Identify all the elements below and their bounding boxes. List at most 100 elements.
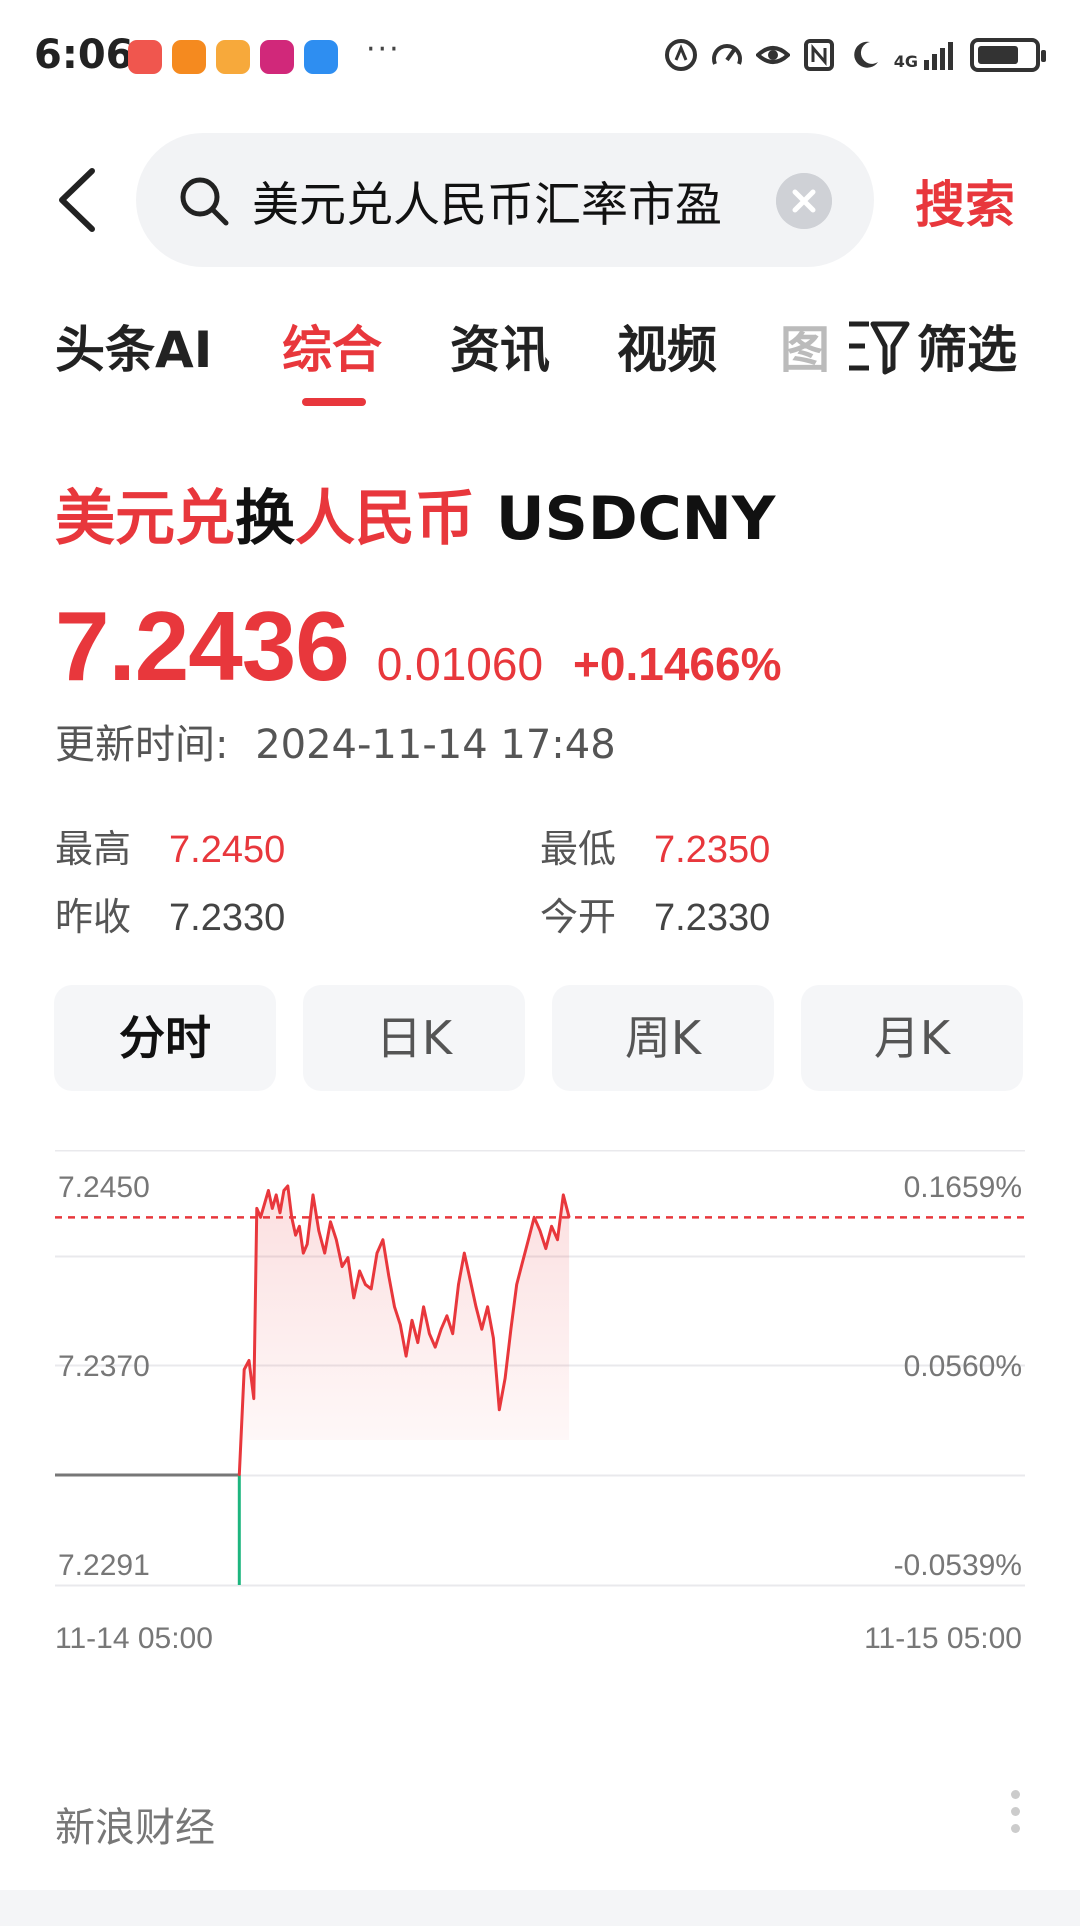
huawei-store-icon (128, 40, 162, 74)
stat-high-value: 7.2450 (169, 829, 286, 871)
price-point (556, 1238, 559, 1241)
moon-icon (853, 41, 878, 68)
price-point (463, 1251, 466, 1255)
signal-bars-icon (924, 42, 953, 70)
more-dot (1010, 1790, 1020, 1799)
price-point (329, 1220, 332, 1223)
price-point (387, 1274, 390, 1277)
y-axis-left-tick: 7.2370 (58, 1350, 150, 1383)
price-point (562, 1193, 565, 1197)
price-point (521, 1260, 524, 1264)
price-point (323, 1251, 326, 1255)
price-point (302, 1251, 305, 1255)
price-point (340, 1265, 344, 1268)
price-point (282, 1189, 286, 1192)
price-point (238, 1473, 241, 1477)
price-point (375, 1251, 379, 1255)
search-input[interactable] (252, 166, 752, 234)
stat-high: 最高 7.2450 (55, 818, 285, 873)
price-point (474, 1305, 478, 1308)
price-point (317, 1229, 320, 1232)
price-point (352, 1296, 355, 1300)
price-point (298, 1225, 301, 1228)
update-time-label: 更新时间: (55, 722, 229, 768)
price-point (311, 1193, 315, 1197)
price-point (271, 1207, 274, 1210)
source-label[interactable]: 新浪财经 (55, 1795, 215, 1853)
stat-open-label: 今开 (540, 895, 617, 939)
result-tabs: 头条AI 综合 资讯 视频 图 筛选 (0, 310, 1080, 410)
price-point (370, 1287, 373, 1291)
price-point (492, 1337, 495, 1340)
price-point (278, 1211, 282, 1214)
price-point (469, 1278, 472, 1282)
y-axis-right-tick: 0.0560% (904, 1350, 1022, 1383)
shopping-app-icon (216, 40, 250, 74)
tab-images-partial[interactable]: 图 (780, 310, 840, 380)
price-point (410, 1319, 414, 1322)
stat-prev-close-label: 昨收 (55, 895, 132, 939)
y-axis-left-tick: 7.2450 (58, 1171, 150, 1204)
price-point (294, 1234, 297, 1237)
price-point (422, 1305, 425, 1308)
back-button[interactable] (52, 165, 102, 235)
price-point (364, 1283, 367, 1286)
y-axis-left-tick: 7.2291 (58, 1549, 150, 1582)
tab-toutiao-ai[interactable]: 头条AI (55, 310, 212, 382)
price-row: 7.2436 0.01060 +0.1466% (55, 590, 782, 703)
notification-app-icons (128, 40, 338, 74)
more-dot (1010, 1824, 1020, 1833)
stat-prev-close: 昨收 7.2330 (55, 886, 285, 941)
quote-title[interactable]: 美元兑换人民币 USDCNY (55, 470, 775, 557)
tab-video[interactable]: 视频 (617, 310, 717, 382)
price-point (255, 1207, 258, 1210)
clear-search-button[interactable] (776, 173, 832, 229)
search-button[interactable]: 搜索 (915, 165, 1015, 237)
price-point (515, 1283, 518, 1286)
price-point (527, 1238, 530, 1241)
stat-high-label: 最高 (55, 827, 132, 871)
price-point (503, 1377, 507, 1380)
price-point (544, 1247, 547, 1250)
price-point (480, 1328, 483, 1331)
battery-icon (970, 38, 1046, 72)
price-point (457, 1283, 460, 1286)
price-point (381, 1238, 385, 1241)
period-tab-daily-k[interactable]: 日K (303, 985, 525, 1091)
update-time-value: 2024-11-14 17:48 (255, 722, 616, 768)
more-options-button[interactable] (1005, 1790, 1025, 1850)
filter-button[interactable]: 筛选 (845, 310, 1017, 382)
price-point (263, 1202, 266, 1206)
price-point (252, 1397, 255, 1400)
price-point (267, 1189, 270, 1192)
x-axis-tick: 11-15 05:00 (864, 1622, 1022, 1655)
active-tab-indicator (302, 398, 366, 406)
cellular-signal-icon: 4G (894, 40, 958, 70)
price-change: 0.01060 (376, 638, 544, 690)
status-bar: 6:06 ··· 4G (0, 0, 1080, 110)
price-point (445, 1314, 449, 1317)
y-axis-right-tick: -0.0539% (894, 1549, 1022, 1582)
price-point (416, 1341, 419, 1344)
stat-open: 今开 7.2330 (540, 886, 770, 941)
price-point (393, 1305, 396, 1308)
price-point (486, 1305, 489, 1308)
intraday-chart[interactable]: 7.2450 7.2370 7.2291 0.1659% 0.0560% -0.0539%… (0, 1150, 1080, 1730)
price-point (434, 1345, 437, 1349)
price-point (550, 1225, 553, 1228)
delivery-app-icon (172, 40, 206, 74)
price-point (259, 1216, 262, 1219)
tab-news[interactable]: 资讯 (450, 310, 550, 382)
period-tab-weekly-k[interactable]: 周K (552, 985, 774, 1091)
tab-comprehensive[interactable]: 综合 (282, 310, 382, 382)
more-dot (1010, 1807, 1020, 1816)
signal-icon (664, 39, 697, 71)
period-tab-monthly-k[interactable]: 月K (801, 985, 1023, 1091)
update-time-row: 更新时间: 2024-11-14 17:48 (55, 712, 616, 770)
period-tab-intraday[interactable]: 分时 (54, 985, 276, 1091)
price-change-percent: +0.1466% (573, 638, 782, 690)
stat-low-label: 最低 (540, 827, 617, 871)
y-axis-right-tick: 0.1659% (904, 1171, 1022, 1204)
price-point (286, 1184, 289, 1188)
search-box[interactable] (136, 133, 874, 267)
